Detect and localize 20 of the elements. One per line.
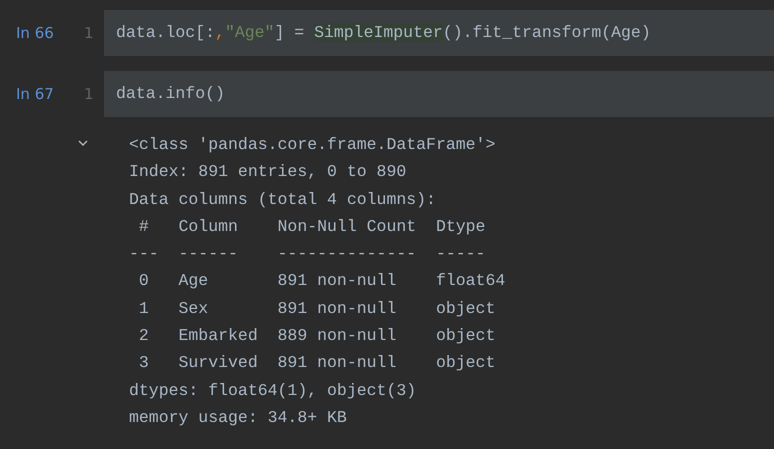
output-line: Index: 891 entries, 0 to 890 [129,161,408,184]
line-number: 1 [83,84,95,105]
code-line: data.info() [116,82,225,105]
output-line: Data columns (total 4 columns): [129,188,437,211]
output-line: 2 Embarked 889 non-null object [138,325,496,348]
cell-prompt: In 66 [15,22,55,44]
output-line: 1 Sex 891 non-null object [138,298,496,320]
code-cell[interactable]: data.loc[:,"Age"] = SimpleImputer().fit_transform(Age) [104,10,774,56]
output-line: 3 Survived 891 non-null object [138,352,496,374]
chevron-down-icon[interactable] [77,139,89,147]
code-cell[interactable]: data.info() [104,71,774,117]
output-line: dtypes: float64(1), object(3) [129,380,418,402]
output-line: <class 'pandas.core.frame.DataFrame'> [129,134,496,156]
output-line: --- ------ -------------- ----- [129,243,486,266]
code-line: data.loc[:,"Age"] = SimpleImputer().fit_transform(Age) [116,22,651,44]
cell-prompt: In 67 [15,84,55,105]
output-line: # Column Non-Null Count Dtype [138,216,486,238]
output-line: memory usage: 34.8+ KB [129,406,348,429]
line-number: 1 [83,22,95,44]
output-line: 0 Age 891 non-null float64 [138,270,506,292]
